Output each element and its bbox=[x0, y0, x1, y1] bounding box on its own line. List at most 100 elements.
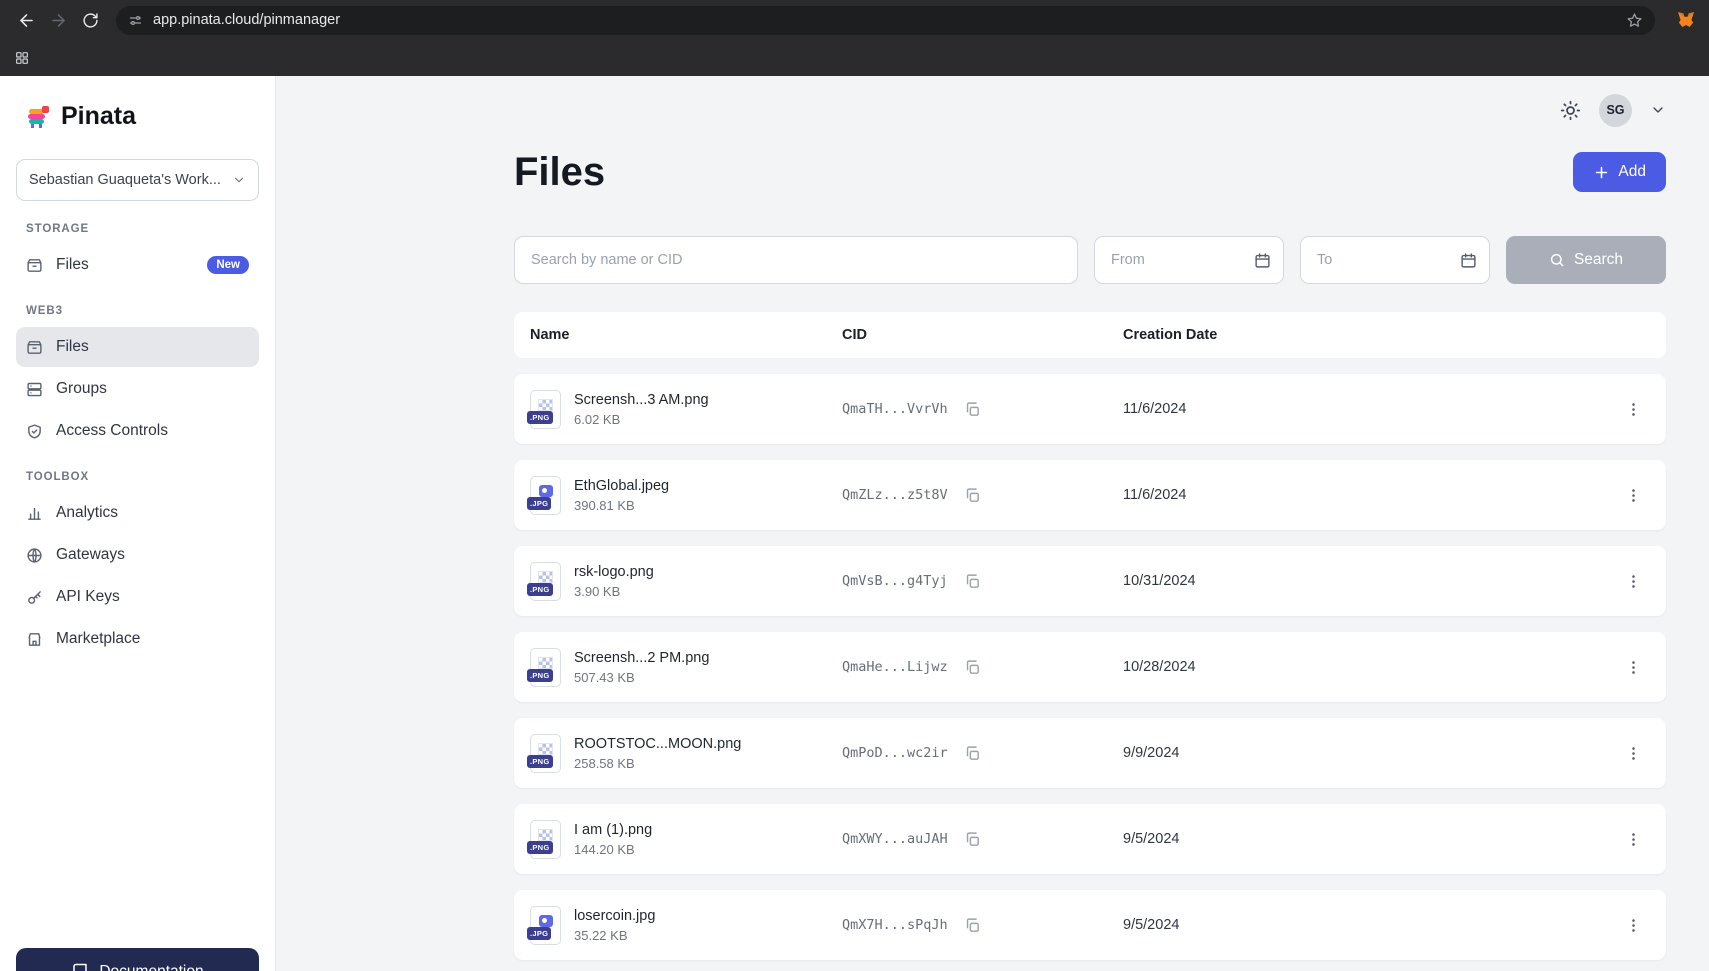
file-extension-badge: .JPG bbox=[527, 497, 551, 510]
copy-cid-icon[interactable] bbox=[964, 831, 981, 848]
sidebar-item-access-controls[interactable]: Access Controls bbox=[16, 411, 259, 451]
table-row[interactable]: .JPG EthGlobal.jpeg 390.81 KB QmZLz...z5… bbox=[514, 460, 1666, 530]
file-name: Screensh...2 PM.png bbox=[574, 650, 709, 666]
pinata-logo[interactable]: Pinata bbox=[16, 102, 259, 131]
file-type-icon: .PNG bbox=[530, 648, 561, 687]
main-content: SG Files Add bbox=[276, 76, 1709, 971]
table-row[interactable]: .PNG Screensh...2 PM.png 507.43 KB QmaHe… bbox=[514, 632, 1666, 702]
file-size: 6.02 KB bbox=[574, 412, 709, 427]
extension-icon[interactable] bbox=[1675, 9, 1697, 31]
copy-cid-icon[interactable] bbox=[964, 573, 981, 590]
copy-cid-icon[interactable] bbox=[964, 917, 981, 934]
documentation-label: Documentation bbox=[99, 963, 203, 971]
calendar-icon[interactable] bbox=[1460, 252, 1477, 269]
sidebar-item-files-web3[interactable]: Files bbox=[16, 327, 259, 367]
browser-chrome: app.pinata.cloud/pinmanager bbox=[0, 0, 1709, 76]
chevron-down-icon bbox=[232, 173, 246, 187]
section-label-web3: WEB3 bbox=[16, 305, 259, 317]
sidebar-item-gateways[interactable]: Gateways bbox=[16, 535, 259, 575]
cid-value: QmZLz...z5t8V bbox=[842, 487, 948, 503]
copy-cid-icon[interactable] bbox=[964, 745, 981, 762]
sidebar-item-api-keys[interactable]: API Keys bbox=[16, 577, 259, 617]
add-button[interactable]: Add bbox=[1573, 152, 1666, 192]
row-menu-icon[interactable] bbox=[1625, 659, 1642, 676]
table-row[interactable]: .PNG ROOTSTOC...MOON.png 258.58 KB QmPoD… bbox=[514, 718, 1666, 788]
sidebar-item-analytics[interactable]: Analytics bbox=[16, 493, 259, 533]
bookmark-star-icon[interactable] bbox=[1626, 12, 1643, 29]
file-type-icon: .JPG bbox=[530, 476, 561, 515]
file-type-icon: .PNG bbox=[530, 820, 561, 859]
calendar-icon[interactable] bbox=[1254, 252, 1271, 269]
creation-date: 9/9/2024 bbox=[1123, 745, 1625, 761]
date-to-field[interactable] bbox=[1300, 236, 1490, 284]
date-from-input[interactable] bbox=[1111, 252, 1246, 268]
file-name: losercoin.jpg bbox=[574, 908, 655, 924]
column-header-name: Name bbox=[530, 327, 842, 343]
row-menu-icon[interactable] bbox=[1625, 917, 1642, 934]
file-name: EthGlobal.jpeg bbox=[574, 478, 669, 494]
bookmarks-bar bbox=[0, 40, 1709, 76]
sidebar-item-groups[interactable]: Groups bbox=[16, 369, 259, 409]
file-extension-badge: .PNG bbox=[527, 755, 553, 768]
search-input[interactable] bbox=[514, 236, 1078, 284]
cid-value: QmVsB...g4Tyj bbox=[842, 573, 948, 589]
avatar[interactable]: SG bbox=[1599, 94, 1632, 127]
table-row[interactable]: .PNG I am (1).png 144.20 KB QmXWY...auJA… bbox=[514, 804, 1666, 874]
table-row[interactable]: .PNG Screensh...3 AM.png 6.02 KB QmaTH..… bbox=[514, 374, 1666, 444]
row-menu-icon[interactable] bbox=[1625, 487, 1642, 504]
theme-toggle-sun-icon[interactable] bbox=[1560, 100, 1581, 121]
sidebar-item-label: Marketplace bbox=[56, 630, 140, 648]
search-icon bbox=[1549, 252, 1565, 268]
sidebar-item-label: Access Controls bbox=[56, 422, 168, 440]
sidebar-item-files-storage[interactable]: Files New bbox=[16, 245, 259, 285]
sidebar: Pinata Sebastian Guaqueta's Work... STOR… bbox=[0, 76, 276, 971]
file-extension-badge: .JPG bbox=[527, 927, 551, 940]
image-thumbnail bbox=[538, 829, 553, 841]
forward-icon[interactable] bbox=[44, 6, 72, 34]
sidebar-item-marketplace[interactable]: Marketplace bbox=[16, 619, 259, 659]
date-from-field[interactable] bbox=[1094, 236, 1284, 284]
file-name: ROOTSTOC...MOON.png bbox=[574, 736, 741, 752]
copy-cid-icon[interactable] bbox=[964, 659, 981, 676]
row-menu-icon[interactable] bbox=[1625, 745, 1642, 762]
account-menu-chevron-icon[interactable] bbox=[1650, 102, 1666, 118]
sidebar-item-label: Files bbox=[56, 256, 89, 274]
table-row[interactable]: .JPG losercoin.jpg 35.22 KB QmX7H...sPqJ… bbox=[514, 890, 1666, 960]
sidebar-item-label: Gateways bbox=[56, 546, 125, 564]
refresh-icon[interactable] bbox=[76, 6, 104, 34]
apps-grid-icon[interactable] bbox=[14, 50, 30, 66]
filter-row: Search bbox=[514, 236, 1666, 284]
back-icon[interactable] bbox=[12, 6, 40, 34]
file-name: I am (1).png bbox=[574, 822, 652, 838]
file-extension-badge: .PNG bbox=[527, 583, 553, 596]
copy-cid-icon[interactable] bbox=[964, 487, 981, 504]
cid-value: QmaHe...Lijwz bbox=[842, 659, 948, 675]
creation-date: 10/31/2024 bbox=[1123, 573, 1625, 589]
cid-value: QmXWY...auJAH bbox=[842, 831, 948, 847]
workspace-name: Sebastian Guaqueta's Work... bbox=[29, 172, 224, 188]
file-name: Screensh...3 AM.png bbox=[574, 392, 709, 408]
documentation-button[interactable]: Documentation bbox=[16, 948, 259, 971]
section-label-storage: STORAGE bbox=[16, 223, 259, 235]
image-thumbnail bbox=[538, 571, 553, 583]
file-type-icon: .PNG bbox=[530, 734, 561, 773]
file-size: 35.22 KB bbox=[574, 928, 655, 943]
copy-cid-icon[interactable] bbox=[964, 401, 981, 418]
row-menu-icon[interactable] bbox=[1625, 831, 1642, 848]
cid-value: QmaTH...VvrVh bbox=[842, 401, 948, 417]
site-settings-icon[interactable] bbox=[128, 13, 143, 28]
search-button[interactable]: Search bbox=[1506, 236, 1666, 284]
plus-icon bbox=[1593, 164, 1610, 181]
row-menu-icon[interactable] bbox=[1625, 401, 1642, 418]
file-size: 258.58 KB bbox=[574, 756, 741, 771]
table-row[interactable]: .PNG rsk-logo.png 3.90 KB QmVsB...g4Tyj … bbox=[514, 546, 1666, 616]
date-to-input[interactable] bbox=[1317, 252, 1452, 268]
cid-value: QmPoD...wc2ir bbox=[842, 745, 948, 761]
address-bar[interactable]: app.pinata.cloud/pinmanager bbox=[116, 6, 1655, 35]
image-thumbnail bbox=[538, 399, 553, 411]
book-icon bbox=[71, 963, 89, 971]
row-menu-icon[interactable] bbox=[1625, 573, 1642, 590]
workspace-selector[interactable]: Sebastian Guaqueta's Work... bbox=[16, 159, 259, 201]
creation-date: 9/5/2024 bbox=[1123, 831, 1625, 847]
table-header: Name CID Creation Date bbox=[514, 312, 1666, 358]
